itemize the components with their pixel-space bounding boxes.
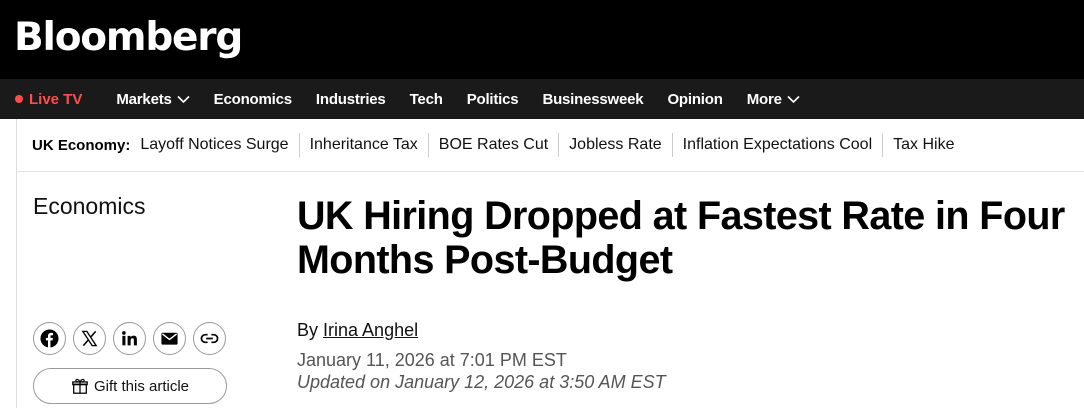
live-tv-link[interactable]: Live TV (15, 91, 82, 108)
nav-item-label: Opinion (667, 90, 723, 108)
chevron-down-icon (787, 95, 800, 103)
topic-bar-title: UK Economy: (32, 136, 131, 154)
nav-item-more[interactable]: More (747, 91, 800, 108)
link-icon (200, 333, 219, 344)
topic-link-boe-rates[interactable]: BOE Rates Cut (427, 133, 558, 157)
publish-date: January 11, 2026 at 7:01 PM EST (297, 350, 567, 370)
left-divider (16, 172, 17, 408)
nav-item-label: Economics (213, 90, 292, 108)
nav-item-label: More (746, 90, 782, 108)
byline-prefix: By (297, 320, 319, 340)
nav-item-politics[interactable]: Politics (467, 91, 519, 108)
live-tv-label: Live TV (29, 90, 83, 108)
masthead: Bloomberg (0, 0, 1084, 79)
nav-item-label: Industries (315, 90, 386, 108)
nav-item-markets[interactable]: Markets (116, 90, 190, 108)
share-linkedin-button[interactable] (113, 322, 146, 355)
article-headline: UK Hiring Dropped at Fastest Rate in Fou… (297, 194, 1065, 282)
nav-item-businessweek[interactable]: Businessweek (542, 91, 643, 108)
share-email-button[interactable] (153, 322, 186, 355)
topic-link-inflation-expectations[interactable]: Inflation Expectations Cool (671, 133, 882, 157)
section-label[interactable]: Economics (33, 193, 145, 220)
chevron-down-icon (177, 95, 190, 103)
topic-link-jobless-rate[interactable]: Jobless Rate (558, 133, 672, 157)
author-link[interactable]: Irina Anghel (323, 320, 418, 340)
x-icon (81, 330, 98, 347)
share-buttons (33, 322, 233, 355)
nav-items: Markets Economics Industries Tech Politi… (116, 91, 823, 108)
nav-item-label: Markets (116, 90, 172, 108)
gift-article-button[interactable]: Gift this article (33, 368, 227, 404)
linkedin-icon (122, 331, 137, 346)
nav-item-label: Tech (409, 90, 443, 108)
topic-bar: UK Economy: Layoff Notices Surge Inherit… (16, 119, 1084, 172)
share-x-button[interactable] (73, 322, 106, 355)
topic-link-inheritance-tax[interactable]: Inheritance Tax (298, 133, 428, 157)
topic-link-layoff-notices[interactable]: Layoff Notices Surge (140, 133, 298, 157)
nav-item-economics[interactable]: Economics (214, 91, 292, 108)
nav-item-industries[interactable]: Industries (316, 91, 386, 108)
main-nav: Live TV Markets Economics Industries Tec… (0, 79, 1084, 119)
facebook-icon (40, 329, 59, 348)
byline: By Irina Anghel (297, 320, 418, 341)
topic-link-tax-hike[interactable]: Tax Hike (882, 133, 964, 157)
nav-item-tech[interactable]: Tech (410, 91, 443, 108)
copy-link-button[interactable] (193, 322, 226, 355)
gift-icon (72, 378, 88, 394)
gift-article-label: Gift this article (93, 377, 190, 395)
nav-item-label: Businessweek (542, 90, 644, 108)
email-icon (161, 332, 178, 345)
bloomberg-logo[interactable]: Bloomberg (14, 13, 243, 63)
nav-item-label: Politics (466, 90, 519, 108)
share-facebook-button[interactable] (33, 322, 66, 355)
nav-item-opinion[interactable]: Opinion (667, 91, 722, 108)
updated-date: Updated on January 12, 2026 at 3:50 AM E… (297, 372, 666, 392)
live-dot-icon (15, 95, 23, 103)
